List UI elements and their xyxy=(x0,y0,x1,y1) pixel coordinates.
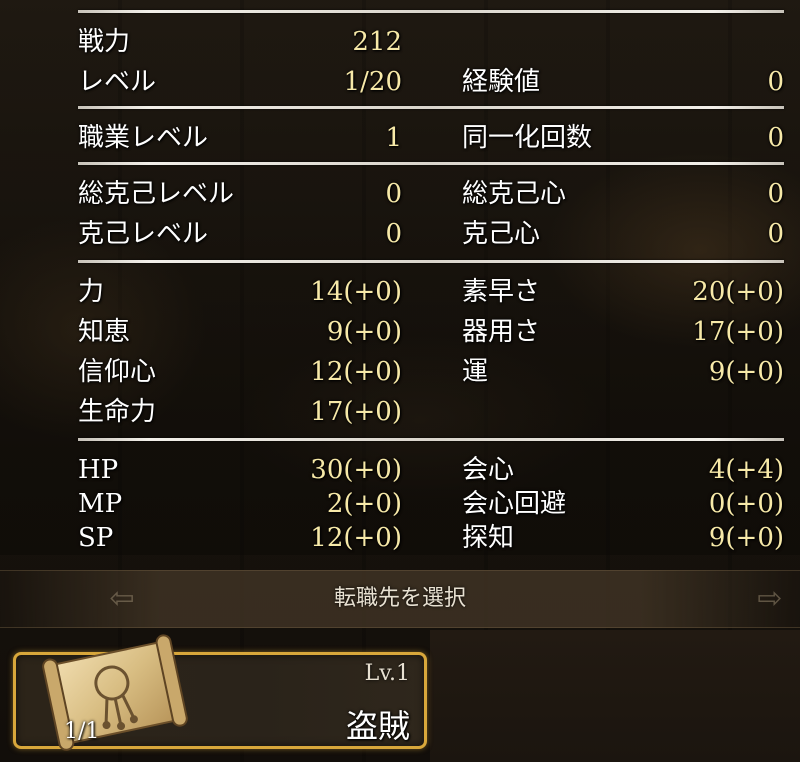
int-label: 知恵 xyxy=(78,317,131,347)
vit-label: 生命力 xyxy=(78,397,157,427)
sp-value: 12(+0) xyxy=(310,523,402,553)
stat-row: 力 14(+0) 素早さ 20(+0) xyxy=(0,272,800,312)
stat-row: 生命力 17(+0) xyxy=(0,392,800,432)
vit-value: 17(+0) xyxy=(310,397,402,427)
stats-panel: 戦力 212 レベル 1/20 経験値 0 職業レベル 1 同一化回数 0 総克… xyxy=(0,0,800,555)
job-name: 盗賊 xyxy=(345,707,410,745)
job-level-value: 1 xyxy=(385,123,402,153)
job-select-label: 転職先を選択 xyxy=(333,586,466,611)
stat-row: 知恵 9(+0) 器用さ 17(+0) xyxy=(0,312,800,352)
exp-value: 0 xyxy=(767,67,784,97)
unify-count-value: 0 xyxy=(767,123,784,153)
battle-power-label: 戦力 xyxy=(78,27,131,57)
int-value: 9(+0) xyxy=(326,317,402,347)
overcome-heart-label: 克己心 xyxy=(462,219,541,249)
divider xyxy=(78,162,784,165)
detect-label: 探知 xyxy=(462,523,515,553)
sp-label: SP xyxy=(78,523,114,553)
str-value: 14(+0) xyxy=(310,277,402,307)
detect-value: 9(+0) xyxy=(708,523,784,553)
job-select-bar: ⇦ 転職先を選択 ⇨ xyxy=(0,570,800,628)
total-overcome-level-value: 0 xyxy=(385,179,402,209)
agi-label: 素早さ xyxy=(462,277,541,307)
level-value: 1/20 xyxy=(343,67,402,97)
stat-row: 職業レベル 1 同一化回数 0 xyxy=(0,118,800,158)
battle-power-value: 212 xyxy=(352,27,402,57)
overcome-level-label: 克己レベル xyxy=(78,219,209,249)
luck-label: 運 xyxy=(462,357,489,387)
arrow-right-icon[interactable]: ⇨ xyxy=(752,581,788,617)
job-card-thief[interactable]: 1/1 Lv.1 盗賊 xyxy=(13,634,427,751)
total-overcome-level-label: 総克己レベル xyxy=(78,179,235,209)
total-overcome-heart-value: 0 xyxy=(767,179,784,209)
str-label: 力 xyxy=(78,277,105,307)
stat-row: レベル 1/20 経験値 0 xyxy=(0,62,800,102)
stat-row: 克己レベル 0 克己心 0 xyxy=(0,214,800,254)
empty-area xyxy=(430,630,800,762)
stat-row: SP 12(+0) 探知 9(+0) xyxy=(0,518,800,555)
total-overcome-heart-label: 総克己心 xyxy=(462,179,567,209)
divider xyxy=(78,438,784,441)
dex-label: 器用さ xyxy=(462,317,541,347)
luck-value: 9(+0) xyxy=(708,357,784,387)
overcome-level-value: 0 xyxy=(385,219,402,249)
faith-label: 信仰心 xyxy=(78,357,157,387)
divider xyxy=(78,10,784,13)
stat-row: 信仰心 12(+0) 運 9(+0) xyxy=(0,352,800,392)
divider xyxy=(78,260,784,263)
job-level: Lv.1 xyxy=(364,661,410,686)
job-count: 1/1 xyxy=(64,719,100,744)
stat-row: 総克己レベル 0 総克己心 0 xyxy=(0,174,800,214)
divider xyxy=(78,106,784,109)
exp-label: 経験値 xyxy=(462,67,541,97)
faith-value: 12(+0) xyxy=(310,357,402,387)
job-level-label: 職業レベル xyxy=(78,123,209,153)
scroll-icon xyxy=(42,634,188,751)
overcome-heart-value: 0 xyxy=(767,219,784,249)
agi-value: 20(+0) xyxy=(692,277,784,307)
dex-value: 17(+0) xyxy=(692,317,784,347)
level-label: レベル xyxy=(78,67,157,97)
stat-row: 戦力 212 xyxy=(0,22,800,62)
unify-count-label: 同一化回数 xyxy=(462,123,593,153)
